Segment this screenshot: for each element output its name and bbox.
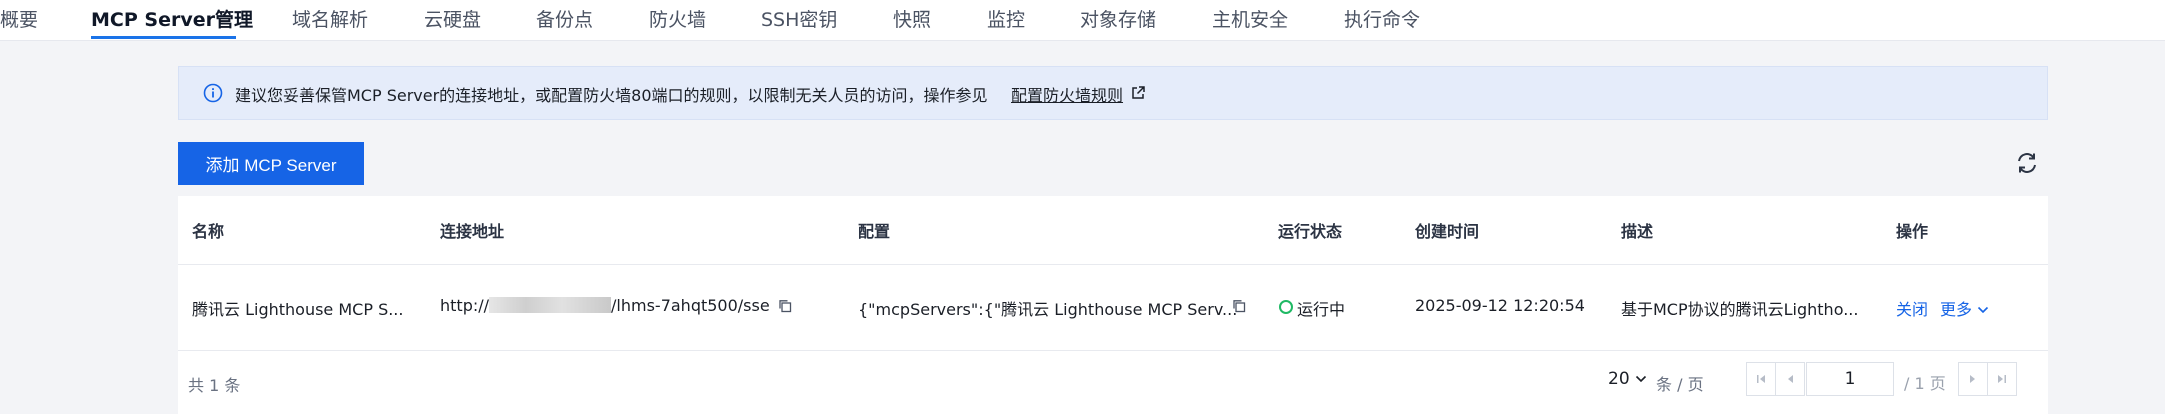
col-header-ops: 操作 — [1896, 222, 1929, 241]
chevron-down-icon — [1978, 306, 1989, 314]
page-size-select[interactable]: 20 — [1608, 369, 1647, 389]
first-page-button[interactable] — [1746, 362, 1776, 396]
next-page-icon — [1970, 375, 1975, 383]
tab-backup[interactable]: 备份点 — [536, 5, 593, 32]
address-prefix: http:// — [440, 296, 490, 315]
tab-snapshots[interactable]: 快照 — [893, 5, 931, 32]
page-number-input[interactable] — [1806, 362, 1894, 396]
col-header-name: 名称 — [192, 222, 225, 241]
col-header-status: 运行状态 — [1278, 222, 1343, 241]
last-page-button[interactable] — [1987, 362, 2017, 396]
address-suffix: /lhms-7ahqt500/sse — [611, 296, 770, 315]
firewall-rules-link[interactable]: 配置防火墙规则 — [1011, 82, 1123, 106]
more-actions-link[interactable]: 更多 — [1940, 296, 1989, 320]
server-description: 基于MCP协议的腾讯云Lightho... — [1621, 300, 1859, 319]
tab-monitoring[interactable]: 监控 — [987, 5, 1025, 32]
tab-mcp-server[interactable]: MCP Server管理 — [91, 5, 253, 32]
active-tab-indicator — [91, 36, 236, 39]
more-label: 更多 — [1940, 300, 1973, 319]
close-server-link[interactable]: 关闭 — [1896, 296, 1928, 320]
tab-ssh-keys[interactable]: SSH密钥 — [761, 5, 837, 32]
prev-page-icon — [1788, 375, 1793, 383]
notice-text: 建议您妥善保管MCP Server的连接地址，或配置防火墙80端口的规则，以限制… — [235, 86, 988, 105]
col-header-address: 连接地址 — [440, 222, 505, 241]
col-header-desc: 描述 — [1621, 222, 1654, 241]
status-badge: 运行中 — [1297, 300, 1346, 319]
first-page-icon — [1757, 375, 1765, 383]
col-header-config: 配置 — [858, 222, 891, 241]
top-tab-bar: 概要 MCP Server管理 域名解析 云硬盘 备份点 防火墙 SSH密钥 快… — [0, 0, 2165, 41]
tab-overview[interactable]: 概要 — [0, 5, 38, 32]
next-page-button[interactable] — [1958, 362, 1988, 396]
tab-firewall[interactable]: 防火墙 — [649, 5, 706, 32]
tab-cloud-disk[interactable]: 云硬盘 — [424, 5, 481, 32]
status-running-icon — [1279, 300, 1293, 314]
chevron-down-icon — [1635, 375, 1647, 383]
server-config: {"mcpServers":{"腾讯云 Lighthouse MCP Serv.… — [858, 300, 1238, 319]
external-link-icon[interactable] — [1130, 85, 1146, 101]
row-divider — [178, 350, 2048, 351]
notice-banner: 建议您妥善保管MCP Server的连接地址，或配置防火墙80端口的规则，以限制… — [178, 66, 2048, 120]
last-page-icon — [1998, 375, 2006, 383]
connection-address: http:// /lhms-7ahqt500/sse — [440, 296, 770, 315]
total-count: 共 1 条 — [188, 376, 241, 395]
mcp-server-table: 名称 连接地址 配置 运行状态 创建时间 描述 操作 腾讯云 Lighthous… — [178, 196, 2048, 414]
redacted-host — [489, 297, 612, 313]
created-time: 2025-09-12 12:20:54 — [1415, 296, 1585, 315]
tab-dns[interactable]: 域名解析 — [292, 5, 368, 32]
tab-object-storage[interactable]: 对象存储 — [1080, 5, 1156, 32]
server-name: 腾讯云 Lighthouse MCP S... — [192, 300, 404, 319]
page-size-value: 20 — [1608, 369, 1630, 389]
header-divider — [178, 264, 2048, 265]
page-size-unit: 条 / 页 — [1656, 375, 1704, 394]
col-header-created: 创建时间 — [1415, 222, 1480, 241]
tab-run-command[interactable]: 执行命令 — [1344, 5, 1420, 32]
refresh-icon[interactable] — [2014, 150, 2040, 176]
tab-host-security[interactable]: 主机安全 — [1212, 5, 1288, 32]
prev-page-button[interactable] — [1775, 362, 1805, 396]
copy-config-icon[interactable] — [1232, 299, 1246, 313]
total-pages: / 1 页 — [1904, 374, 1946, 393]
copy-address-icon[interactable] — [778, 299, 792, 313]
add-mcp-server-button[interactable]: 添加 MCP Server — [178, 142, 364, 185]
info-icon — [203, 83, 223, 103]
